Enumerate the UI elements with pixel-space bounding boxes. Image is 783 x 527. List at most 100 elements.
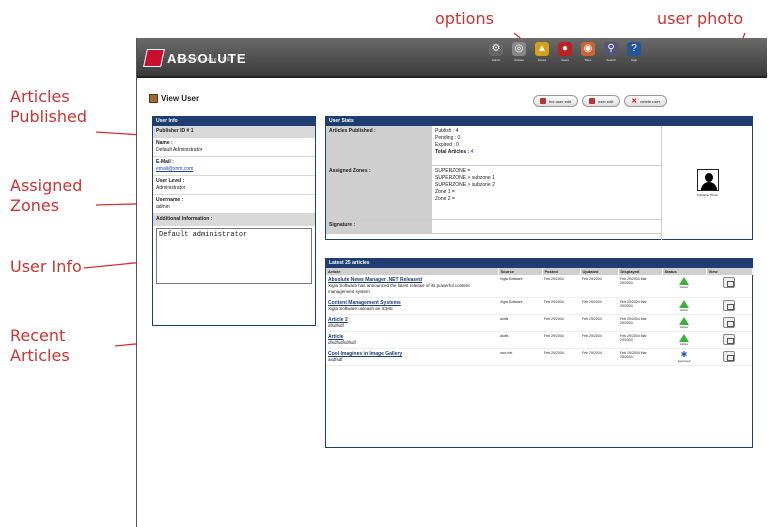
articles-table: Article Source Posted Updated Displayed … bbox=[326, 268, 753, 366]
user-photo bbox=[696, 169, 719, 191]
article-description: asdfsdf bbox=[328, 357, 343, 362]
article-status: Active bbox=[664, 300, 704, 312]
option-button-2[interactable]: user edit bbox=[582, 95, 621, 107]
article-updated: Feb 29/2004 bbox=[580, 275, 618, 298]
toolbar-users[interactable]: ● Users bbox=[554, 42, 576, 62]
status-approved-icon: ✱ bbox=[680, 350, 688, 359]
article-updated: Feb 29/2004 bbox=[580, 331, 618, 349]
article-source: Xigla Software bbox=[498, 297, 542, 315]
article-posted: Feb 29/2004 bbox=[542, 297, 580, 315]
toolbar-admin[interactable]: ⚙ Admin bbox=[485, 42, 507, 62]
photo-caption: Publisher Photo bbox=[696, 193, 719, 197]
table-row: Article dfsdfsdfsdfsdf asdfs Feb 29/2004 Feb… bbox=[326, 331, 752, 349]
user-stats-grid: Articles Published : Publish : 4 Pending… bbox=[326, 126, 661, 234]
article-posted: Feb 29/2004 bbox=[542, 275, 580, 298]
table-row: Cool Imagines in Image Gallery asdfsdf xxm… bbox=[326, 348, 752, 366]
user-level-field: User Level : Administrator bbox=[153, 176, 315, 195]
toolbar: ⚙ Admin ◎ Articles ▲ Zones ● Users ◉ Sites ⚲ S… bbox=[485, 42, 646, 62]
search-icon: ⚲ bbox=[604, 42, 618, 56]
disk-icon: ◎ bbox=[512, 42, 526, 56]
page-title: View User bbox=[149, 94, 199, 103]
callout-user-photo: user photo bbox=[657, 9, 744, 28]
articles-header-row: Article Source Posted Updated Displayed … bbox=[326, 268, 753, 275]
article-posted: Feb 29/2004 bbox=[542, 314, 580, 332]
close-icon: ✕ bbox=[631, 98, 638, 105]
option-button-1[interactable]: the user edit bbox=[533, 95, 579, 107]
view-article-button[interactable] bbox=[723, 351, 735, 362]
tools-icon: ⚙ bbox=[489, 42, 503, 56]
article-status: Active bbox=[664, 317, 704, 329]
callout-user-info: User Info bbox=[10, 257, 82, 276]
view-article-button[interactable] bbox=[723, 277, 735, 288]
article-description: Xigla Software has announced the latest … bbox=[328, 283, 470, 294]
callout-articles-published: Articles Published bbox=[10, 87, 88, 126]
signature-row: Signature : bbox=[326, 220, 661, 234]
logo-subtitle: NewsManager.NET bbox=[177, 57, 236, 63]
table-row: Absolute News Manager .NET Released Xigla… bbox=[326, 275, 752, 298]
table-row: Article 2 dfsdfsdf asdfs Feb 29/2004 Feb 29/… bbox=[326, 314, 752, 332]
article-displayed: Feb 15/2004 Mar 25/2004 bbox=[618, 348, 662, 366]
view-article-button[interactable] bbox=[723, 334, 735, 345]
edit-icon bbox=[540, 98, 546, 104]
publisher-id: Publisher ID # 1 bbox=[153, 126, 315, 138]
article-updated: Feb 29/2004 bbox=[580, 297, 618, 315]
delete-user-button[interactable]: ✕ delete user bbox=[624, 95, 668, 107]
article-status: ✱ Approved bbox=[677, 350, 691, 364]
user-edit-icon bbox=[589, 98, 596, 104]
user-stats-header: User Stats bbox=[326, 117, 752, 126]
article-source: asdfs bbox=[498, 331, 542, 349]
status-active-icon bbox=[679, 300, 689, 308]
article-displayed: Feb 29/2004 Mar 29/2004 bbox=[618, 297, 662, 315]
article-source: xxm.net bbox=[498, 348, 542, 366]
app-header: ABSOLUTE NewsManager.NET ⚙ Admin ◎ Article… bbox=[137, 38, 767, 78]
articles-published-row: Articles Published : Publish : 4 Pending… bbox=[326, 126, 661, 166]
article-updated: Feb 29/2004 bbox=[580, 314, 618, 332]
status-active-icon bbox=[679, 317, 689, 325]
status-active-icon bbox=[679, 277, 689, 285]
article-status: Active bbox=[664, 334, 704, 346]
toolbar-articles[interactable]: ◎ Articles bbox=[508, 42, 530, 62]
help-icon: ? bbox=[627, 42, 641, 56]
name-field: Name : Default Administrator bbox=[153, 138, 315, 157]
latest-articles-panel: Latest 25 articles Article Source Posted… bbox=[325, 258, 753, 448]
article-description: Xigla Software unleash an ICMS bbox=[328, 306, 393, 311]
article-displayed: Feb 29/2004 Mar 29/2004 bbox=[618, 331, 662, 349]
status-active-icon bbox=[679, 334, 689, 342]
total-articles-link[interactable]: 4 bbox=[471, 149, 474, 155]
options-bar: the user edit user edit ✕ delete user bbox=[533, 95, 671, 107]
callout-assigned-zones: Assigned Zones bbox=[10, 176, 83, 215]
callout-recent-articles: Recent Articles bbox=[10, 326, 70, 365]
article-posted: Feb 29/2004 bbox=[542, 331, 580, 349]
logo-mark-icon bbox=[143, 49, 165, 67]
article-displayed: Feb 29/2004 Mar 29/2004 bbox=[618, 275, 662, 298]
username-field: Username : admin bbox=[153, 195, 315, 214]
view-article-button[interactable] bbox=[723, 317, 735, 328]
toolbar-zones[interactable]: ▲ Zones bbox=[531, 42, 553, 62]
toolbar-sites[interactable]: ◉ Sites bbox=[577, 42, 599, 62]
notes-label: Additional Information : bbox=[153, 214, 315, 226]
table-row: Content Management Systems Xigla Software… bbox=[326, 297, 752, 315]
avatar-silhouette-icon bbox=[704, 173, 713, 182]
article-status: Active bbox=[664, 277, 704, 289]
article-source: asdfs bbox=[498, 314, 542, 332]
toolbar-help[interactable]: ? Help bbox=[623, 42, 645, 62]
email-link[interactable]: email@xnm.com bbox=[156, 166, 193, 172]
assigned-zones-row: Assigned Zones : SUPERZONE = SUPERZONE >… bbox=[326, 166, 661, 220]
toolbar-search[interactable]: ⚲ Search bbox=[600, 42, 622, 62]
globe-icon: ◉ bbox=[581, 42, 595, 56]
callout-options: options bbox=[435, 9, 494, 28]
article-posted: Feb 29/2004 bbox=[542, 348, 580, 366]
user-icon: ● bbox=[558, 42, 572, 56]
user-stats-panel: User Stats Articles Published : Publish … bbox=[325, 116, 753, 240]
article-updated: Feb 29/2004 bbox=[580, 348, 618, 366]
zone-icon: ▲ bbox=[535, 42, 549, 56]
article-description: dfsdfsdf bbox=[328, 323, 344, 328]
notes-textarea[interactable]: Default administrator bbox=[156, 228, 312, 284]
article-source: Xigla Software bbox=[498, 275, 542, 298]
user-info-panel: User Info Publisher ID # 1 Name : Default… bbox=[152, 116, 316, 326]
user-book-icon bbox=[149, 94, 158, 103]
app-window: ABSOLUTE NewsManager.NET ⚙ Admin ◎ Article… bbox=[136, 38, 767, 527]
article-displayed: Feb 29/2004 Mar 29/2004 bbox=[618, 314, 662, 332]
email-field: E-Mail : email@xnm.com bbox=[153, 157, 315, 176]
view-article-button[interactable] bbox=[723, 300, 735, 311]
